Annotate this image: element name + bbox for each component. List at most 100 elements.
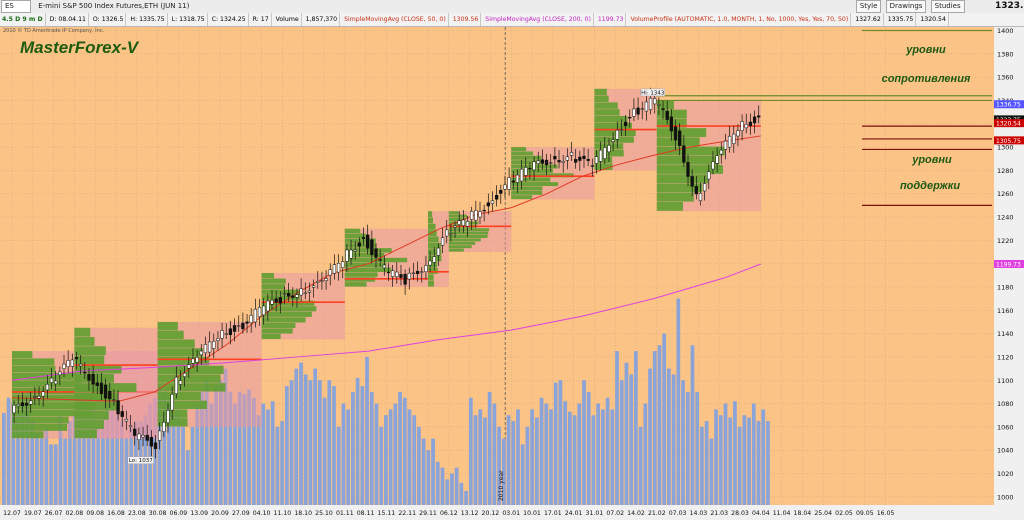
time-tick-label: 12.07: [3, 510, 21, 517]
studies-button[interactable]: Studies: [930, 0, 965, 13]
time-tick-label: 07.03: [669, 510, 687, 517]
candle-body: [632, 108, 636, 117]
profile-histogram-bar: [261, 284, 286, 290]
volume-bar: [412, 415, 417, 505]
symbol-field[interactable]: ES: [1, 0, 31, 13]
volume-bar: [445, 479, 450, 505]
candle-body: [465, 221, 470, 227]
volume-bar: [756, 421, 761, 505]
candle-body: [661, 108, 665, 111]
candle-body: [644, 101, 649, 112]
time-tick-label: 03.01: [502, 510, 520, 517]
candle-body: [91, 373, 95, 385]
volume-profile-label[interactable]: VolumeProfile (AUTOMATIC, 1.0, MONTH, 1,…: [628, 13, 852, 26]
profile-histogram-bar: [448, 248, 464, 252]
price-tick-label: 1140: [997, 330, 1014, 338]
candle-body: [341, 261, 345, 268]
candle-body: [137, 433, 141, 440]
price-tick-label: 1360: [997, 74, 1014, 82]
profile-histogram-bar: [511, 155, 542, 160]
sma50-label[interactable]: SimpleMovingAvg (CLOSE, 50, 0): [342, 13, 449, 26]
candle-body: [162, 422, 166, 432]
candle-body: [590, 165, 594, 167]
time-axis[interactable]: 12.07 19.07 26.07 02.08 09.08 16.08 23.08 30.08…: [0, 505, 994, 520]
last-price-display: 1323.75: [995, 1, 1024, 11]
time-tick-label: 06.12: [440, 510, 458, 517]
profile-histogram-bar: [157, 348, 203, 357]
time-tick-label: 02.08: [66, 510, 84, 517]
profile-histogram-bar: [448, 245, 472, 249]
sma50-value: 1309.56: [451, 13, 482, 26]
candle-body: [212, 341, 216, 349]
high-value: H: 1335.75: [128, 13, 168, 26]
info-bar: 4.5 D 9 m D D: 08.04.11 O: 1326.5 H: 133…: [0, 13, 1024, 27]
profile-histogram-bar: [12, 431, 44, 439]
candle-body: [374, 248, 378, 258]
volume-bar: [336, 426, 341, 505]
volume-bar: [483, 417, 487, 505]
time-tick-label: 22.11: [398, 510, 416, 517]
profile-histogram-bar: [261, 278, 286, 284]
candle-body: [357, 242, 362, 247]
volume-bar: [341, 403, 346, 505]
candle-body: [108, 390, 112, 400]
volume-bar: [478, 409, 483, 505]
volume-bar: [747, 417, 751, 505]
range-value: R: 17: [251, 13, 272, 26]
profile-histogram-bar: [157, 383, 226, 392]
candle-body: [224, 333, 228, 335]
profile-histogram-bar: [594, 129, 636, 136]
volume-bar: [2, 412, 6, 505]
profile-histogram-bar: [74, 337, 95, 346]
drawings-button[interactable]: Drawings: [885, 0, 927, 13]
price-chart[interactable]: 1000 1020 1040 1060 1080 1100 1120 1140 1160 1180…: [0, 27, 1024, 520]
candle-body: [253, 308, 258, 323]
time-tick-label: 11.04: [773, 510, 791, 517]
candle-body: [83, 372, 87, 374]
candle-body: [37, 396, 41, 399]
profile-histogram-bar: [12, 351, 33, 358]
price-tick-label: 1100: [997, 377, 1014, 385]
candle-body: [611, 139, 615, 142]
volume-bar: [709, 438, 714, 505]
time-tick-label: 17.01: [544, 510, 562, 517]
candle-body: [619, 129, 624, 131]
candle-body: [361, 237, 366, 239]
volume-bar: [313, 368, 318, 505]
volume-bar: [742, 415, 747, 505]
candle-body: [740, 121, 744, 131]
time-tick-label: 20.12: [482, 510, 500, 517]
volume-bar: [492, 403, 497, 505]
candle-body: [711, 161, 715, 170]
volume-bar: [426, 450, 431, 505]
sma200-label[interactable]: SimpleMovingAvg (CLOSE, 200, 0): [483, 13, 594, 26]
candle-body: [603, 147, 607, 159]
profile-histogram-bar: [74, 420, 104, 429]
candle-body: [561, 160, 565, 163]
candle-body: [270, 300, 274, 305]
profile-histogram-bar: [511, 151, 534, 156]
price-tick-label: 1220: [997, 237, 1014, 245]
style-button[interactable]: Style: [855, 0, 882, 13]
volume-bar: [700, 426, 704, 505]
support-label-2: поддержки: [900, 180, 960, 192]
candle-body: [482, 209, 486, 212]
profile-histogram-bar: [157, 330, 184, 340]
time-tick-label: 02.05: [835, 510, 853, 517]
candle-body: [399, 274, 403, 278]
candle-body: [45, 384, 50, 391]
time-tick-label: 18.10: [294, 510, 312, 517]
candle-body: [41, 391, 45, 397]
price-tick-label: 1040: [997, 447, 1014, 455]
hi-label: Hi: 1343: [641, 90, 665, 96]
candle-body: [557, 160, 561, 163]
profile-histogram-bar: [428, 211, 433, 218]
period-label[interactable]: 4.5 D 9 m D: [0, 13, 46, 26]
volume-bar: [450, 473, 454, 505]
candle-body: [694, 186, 698, 195]
profile-histogram-bar: [261, 311, 312, 317]
time-tick-label: 16.08: [107, 510, 125, 517]
candle-body: [669, 116, 674, 132]
time-tick-label: 06.09: [170, 510, 188, 517]
volume-bar: [596, 403, 601, 505]
